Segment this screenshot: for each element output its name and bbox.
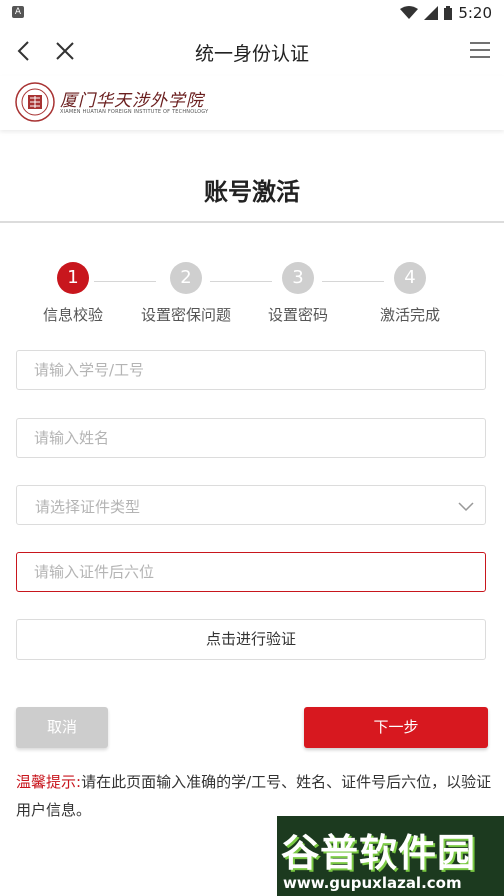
id-type-select[interactable]: 请选择证件类型 bbox=[16, 485, 486, 525]
step-2-label: 设置密保问题 bbox=[140, 306, 231, 324]
tip-label: 温馨提示: bbox=[16, 773, 82, 791]
nav-bar: 统一身份认证 bbox=[0, 26, 504, 76]
status-bar: A 5:20 bbox=[0, 0, 504, 26]
school-seal-logo bbox=[15, 82, 55, 122]
page-title: 账号激活 bbox=[204, 178, 300, 206]
school-name-en: XIAMEN HUATIAN FOREIGN INSTITUTE OF TECH… bbox=[60, 109, 209, 115]
student-id-input[interactable] bbox=[17, 351, 485, 389]
student-id-field bbox=[16, 350, 486, 390]
step-1-circle: 1 bbox=[57, 262, 89, 294]
logo-bar: 厦门华天涉外学院 XIAMEN HUATIAN FOREIGN INSTITUT… bbox=[0, 76, 504, 130]
name-field bbox=[16, 418, 486, 458]
signal-icon bbox=[424, 6, 439, 20]
status-icons: 5:20 bbox=[400, 3, 492, 23]
school-name-cn: 厦门华天涉外学院 bbox=[60, 91, 204, 111]
back-chevron-icon[interactable] bbox=[12, 38, 38, 64]
name-input[interactable] bbox=[17, 419, 485, 457]
site-watermark: 谷普软件园 www.gupuxlazal.com bbox=[277, 816, 504, 896]
id-type-placeholder: 请选择证件类型 bbox=[35, 498, 141, 516]
a-notification-icon: A bbox=[12, 6, 24, 18]
title-divider bbox=[0, 221, 504, 223]
step-1: 1 信息校验 bbox=[8, 262, 138, 325]
step-2: 2 设置密保问题 bbox=[121, 262, 251, 325]
status-time: 5:20 bbox=[458, 4, 492, 22]
next-step-button[interactable]: 下一步 bbox=[304, 707, 488, 748]
watermark-url: www.gupuxlazal.com bbox=[283, 874, 462, 892]
wifi-icon bbox=[400, 6, 419, 19]
hamburger-menu-icon[interactable] bbox=[468, 40, 492, 60]
verify-button[interactable]: 点击进行验证 bbox=[16, 619, 486, 660]
step-4-circle: 4 bbox=[394, 262, 426, 294]
step-4-label: 激活完成 bbox=[379, 306, 440, 324]
cancel-button[interactable]: 取消 bbox=[16, 707, 108, 748]
tip-body: 请在此页面输入准确的学/工号、姓名、证件号后六位，以验证用户信息。 bbox=[16, 773, 492, 819]
step-3-circle: 3 bbox=[282, 262, 314, 294]
step-3: 3 设置密码 bbox=[233, 262, 363, 325]
step-4: 4 激活完成 bbox=[345, 262, 475, 325]
step-3-label: 设置密码 bbox=[267, 306, 328, 324]
chevron-down-icon bbox=[458, 502, 474, 512]
battery-icon bbox=[444, 6, 453, 20]
id-last6-input[interactable] bbox=[17, 553, 485, 591]
step-2-circle: 2 bbox=[170, 262, 202, 294]
step-1-label: 信息校验 bbox=[42, 306, 103, 324]
progress-steps: 1 信息校验 2 设置密保问题 3 设置密码 4 激活完成 bbox=[0, 262, 504, 332]
close-icon[interactable] bbox=[52, 38, 78, 64]
id-last6-field bbox=[16, 552, 486, 592]
watermark-brand: 谷普软件园 bbox=[281, 831, 477, 875]
